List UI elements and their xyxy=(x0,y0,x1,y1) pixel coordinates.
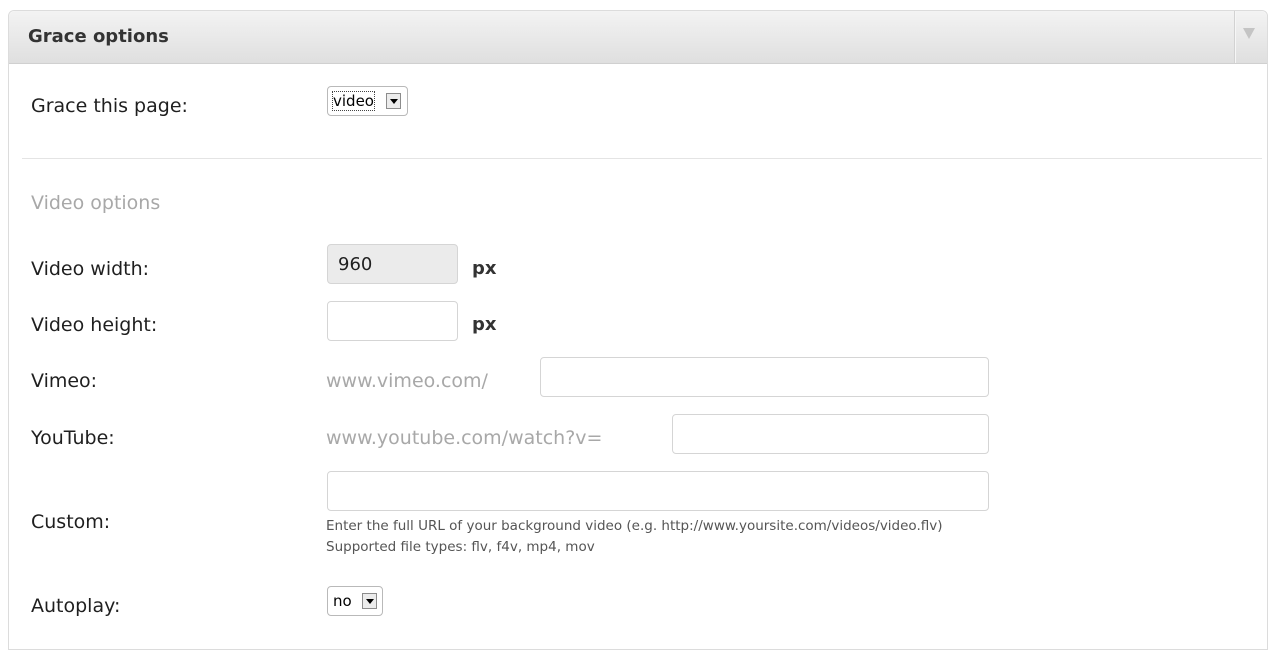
video-width-input[interactable] xyxy=(327,244,458,284)
chevron-down-icon xyxy=(386,93,401,109)
section-divider xyxy=(22,158,1262,159)
custom-url-input[interactable] xyxy=(327,471,989,511)
custom-file-types: Supported file types: flv, f4v, mp4, mov xyxy=(326,539,595,555)
custom-help-text: Enter the full URL of your background vi… xyxy=(326,518,943,534)
grace-page-label: Grace this page: xyxy=(31,95,188,117)
video-height-unit: px xyxy=(472,314,497,335)
grace-options-panel: Grace options Grace this page: video Vid… xyxy=(8,10,1268,650)
vimeo-url-prefix: www.vimeo.com/ xyxy=(326,370,488,392)
triangle-down-icon[interactable] xyxy=(1243,28,1255,39)
chevron-down-icon xyxy=(362,593,377,609)
video-width-unit: px xyxy=(472,258,497,279)
video-width-label: Video width: xyxy=(31,258,150,280)
video-height-input[interactable] xyxy=(327,301,458,341)
youtube-label: YouTube: xyxy=(31,427,115,449)
panel-header[interactable]: Grace options xyxy=(9,11,1267,64)
autoplay-select-value: no xyxy=(333,592,352,610)
vimeo-label: Vimeo: xyxy=(31,370,98,392)
video-options-heading: Video options xyxy=(31,192,161,214)
vimeo-input[interactable] xyxy=(540,357,989,397)
header-divider xyxy=(1234,11,1235,63)
video-height-label: Video height: xyxy=(31,314,158,336)
autoplay-select[interactable]: no xyxy=(327,586,383,616)
autoplay-label: Autoplay: xyxy=(31,595,121,617)
custom-label: Custom: xyxy=(31,511,111,533)
youtube-url-prefix: www.youtube.com/watch?v= xyxy=(326,427,603,449)
panel-title: Grace options xyxy=(28,26,169,47)
youtube-input[interactable] xyxy=(672,414,989,454)
grace-page-select-value: video xyxy=(332,91,375,111)
grace-page-select[interactable]: video xyxy=(327,86,408,116)
